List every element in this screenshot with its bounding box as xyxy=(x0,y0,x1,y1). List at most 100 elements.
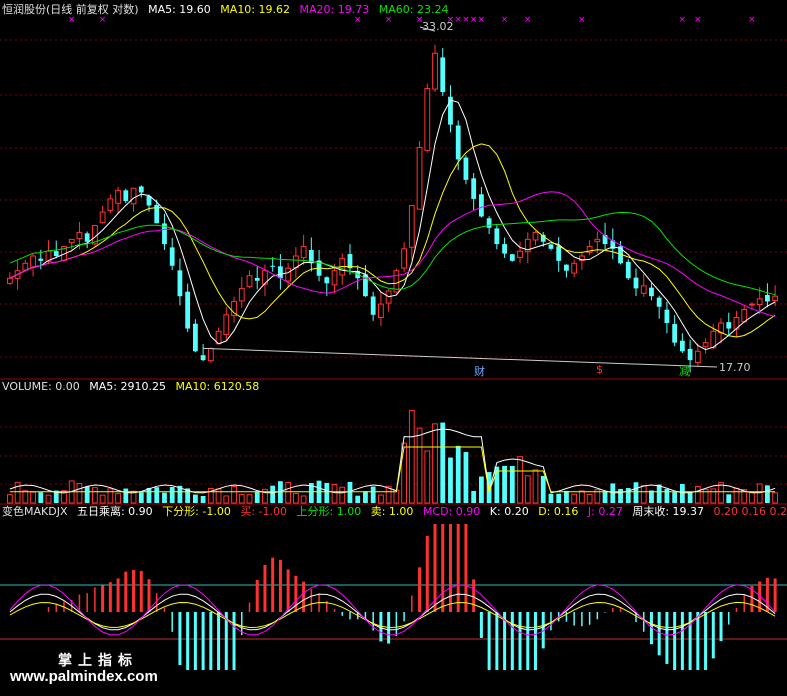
watermark-cn: 掌上指标 xyxy=(58,653,138,669)
candle-body-down xyxy=(765,295,770,302)
volume-bar-up xyxy=(432,423,438,504)
candle-body-down xyxy=(471,178,477,199)
volume-bar-down xyxy=(440,422,446,503)
volume-bar-up xyxy=(710,488,717,504)
candle-body-up xyxy=(6,277,13,284)
vol-ma10-label: MA10: 6120.58 xyxy=(175,380,260,393)
volume-bar-up xyxy=(586,493,593,504)
volume-bar-up xyxy=(300,495,307,504)
candle-body-up xyxy=(115,189,121,204)
volume-bar-up xyxy=(517,456,523,504)
volume-bar-down xyxy=(664,488,670,503)
candle-body-up xyxy=(207,347,214,362)
volume-bar-down xyxy=(656,484,662,503)
xfx-label: 下分形: -1.00 xyxy=(162,505,231,518)
badge-jian: 减 xyxy=(679,365,690,378)
sell-label: 卖: 1.00 xyxy=(370,505,414,518)
candle-body-down xyxy=(38,258,44,261)
candle-body-down xyxy=(548,244,554,249)
volume-bar-up xyxy=(424,450,431,504)
candle-body-up xyxy=(424,88,431,151)
stock-title: 恒润股份(日线 前复权 对数) xyxy=(2,3,139,16)
candle-body-up xyxy=(756,298,763,306)
volume-bar-up xyxy=(14,481,21,504)
volume-bar-down xyxy=(726,494,732,503)
candle-body-down xyxy=(556,246,562,261)
candle-body-up xyxy=(30,255,36,268)
candle-body-up xyxy=(416,147,423,210)
ma10-label: MA10: 19.62 xyxy=(220,3,291,16)
candle-body-up xyxy=(300,245,307,259)
candle-body-up xyxy=(408,204,415,248)
signal-marker: × xyxy=(478,15,486,25)
candle-body-down xyxy=(625,261,631,279)
buy-label: 买: -1.00 xyxy=(240,505,288,518)
volume-bar-up xyxy=(107,488,114,504)
candle-body-down xyxy=(200,355,206,361)
candle-body-up xyxy=(741,308,748,323)
volume-bar-down xyxy=(463,452,469,503)
j-label: J: 0.27 xyxy=(587,505,623,518)
volume-label: VOLUME: 0.00 xyxy=(2,380,80,393)
candle-body-down xyxy=(455,125,461,160)
high-price-label: 33.02 xyxy=(422,20,454,33)
candle-body-down xyxy=(347,254,353,269)
volume-ma5-line xyxy=(9,428,776,494)
candle-body-down xyxy=(672,324,678,343)
candle-body-up xyxy=(246,275,253,288)
badge-cai: 财 xyxy=(474,365,485,378)
volume-bar-down xyxy=(38,492,44,503)
volume-bar-down xyxy=(192,494,198,503)
volume-bar-down xyxy=(548,493,554,503)
volume-bar-up xyxy=(215,488,222,504)
volume-bar-down xyxy=(138,492,144,503)
volume-bar-down xyxy=(564,490,569,503)
volume-bar-down xyxy=(540,475,546,503)
volume-bar-up xyxy=(578,490,585,504)
candle-body-up xyxy=(694,350,701,364)
volume-bar-up xyxy=(756,483,763,504)
candle-body-up xyxy=(107,198,114,211)
candle-body-down xyxy=(656,297,662,307)
volume-bar-down xyxy=(687,492,693,503)
volume-bar-down xyxy=(363,491,368,503)
candle-body-up xyxy=(76,231,83,239)
volume-bar-down xyxy=(602,491,608,503)
volume-bar-down xyxy=(270,485,276,503)
signal-marker: × xyxy=(454,15,462,25)
indicator-header: 变色MAKDJX 五日乘离: 0.90 下分形: -1.00 买: -1.00 … xyxy=(2,505,787,519)
volume-bar-down xyxy=(455,445,461,503)
zms-label: 周末收: 19.37 xyxy=(632,505,705,518)
candle-body-down xyxy=(185,291,191,329)
chart-canvas: × × × × × × × × × × × × × × × × xyxy=(0,15,787,670)
candle-body-down xyxy=(138,186,144,193)
sfx-label: 上分形: 1.00 xyxy=(296,505,362,518)
signal-marker: × xyxy=(524,15,532,25)
volume-bar-up xyxy=(76,482,83,504)
indicator-name: 变色MAKDJX xyxy=(2,505,68,518)
candle-body-up xyxy=(68,238,75,244)
volume-bar-up xyxy=(231,485,237,504)
volume-bar-down xyxy=(355,495,361,503)
candle-body-up xyxy=(331,270,338,286)
volume-bar-down xyxy=(765,485,770,503)
signal-marker: × xyxy=(470,15,478,25)
signal-marker: × xyxy=(679,15,687,25)
volume-bar-down xyxy=(84,486,90,503)
volume-bar-up xyxy=(285,482,292,504)
volume-bar-down xyxy=(618,488,623,503)
volume-bar-down xyxy=(471,490,477,503)
candle-body-up xyxy=(432,52,438,90)
low-pointer xyxy=(203,347,718,368)
candle-body-down xyxy=(463,157,469,180)
volume-bar-up xyxy=(339,486,346,504)
candle-body-down xyxy=(440,57,446,93)
candle-body-up xyxy=(238,287,245,302)
signal-marker: × xyxy=(578,15,586,25)
volume-bar-up xyxy=(91,487,98,504)
candle-body-down xyxy=(123,190,129,202)
candle-body-up xyxy=(292,255,299,269)
wuri-label: 五日乘离: 0.90 xyxy=(76,505,153,518)
volume-bar-up xyxy=(99,494,106,504)
signal-marker: × xyxy=(462,15,470,25)
